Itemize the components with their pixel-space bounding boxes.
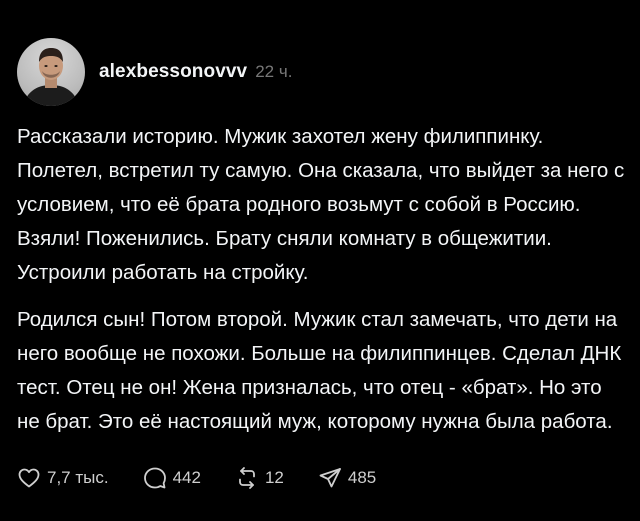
profile-photo-icon xyxy=(23,48,79,106)
repost-count: 12 xyxy=(264,468,284,487)
share-icon xyxy=(319,468,341,488)
like-count: 7,7 тыс. xyxy=(47,468,109,487)
share-count: 485 xyxy=(347,468,377,487)
reply-button[interactable]: 442 xyxy=(143,466,201,490)
like-button[interactable]: 7,7 тыс. xyxy=(17,466,109,490)
post-paragraph: Рассказали историю. Мужик захотел жену ф… xyxy=(17,125,625,284)
username[interactable]: alexbessonovvv xyxy=(99,61,247,83)
repost-icon xyxy=(239,467,255,489)
avatar[interactable] xyxy=(17,38,85,106)
post-header: alexbessonovvv 22 ч. xyxy=(17,38,624,106)
comment-icon xyxy=(143,467,166,489)
heart-icon xyxy=(18,468,40,488)
post-timestamp: 22 ч. xyxy=(255,62,293,81)
share-button[interactable]: 485 xyxy=(318,466,376,490)
post-body: Рассказали историю. Мужик захотел жену ф… xyxy=(17,120,629,439)
post-paragraph: Родился сын! Потом второй. Мужик стал за… xyxy=(17,308,622,433)
reply-count: 442 xyxy=(172,468,201,487)
thread-post: alexbessonovvv 22 ч. Рассказали историю.… xyxy=(0,0,640,521)
repost-button[interactable]: 12 xyxy=(235,466,284,490)
post-actions: 7,7 тыс. 442 12 485 xyxy=(17,463,376,493)
